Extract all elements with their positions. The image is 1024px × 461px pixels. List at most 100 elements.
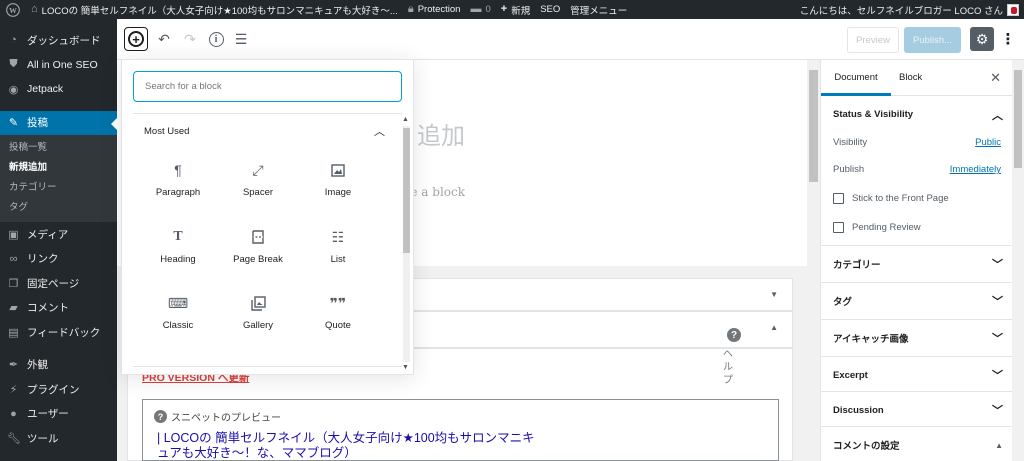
seo-menu[interactable]: SEO (535, 0, 565, 19)
protection-menu[interactable]: 🔒︎ Protection (403, 0, 466, 19)
help-label[interactable]: ヘルプ (723, 348, 735, 387)
publish-date-link[interactable]: Immediately (950, 164, 1001, 175)
stick-label: Stick to the Front Page (852, 193, 949, 204)
scroll-up-arrow-icon[interactable]: ▲ (402, 116, 409, 123)
site-name-link[interactable]: ⌂ LOCOの 簡単セルフネイル（大人女子向け★100均もサロンマニキュアも大好… (26, 0, 403, 19)
submenu-tags[interactable]: タグ (0, 198, 117, 218)
menu-item-links[interactable]: ∞ リンク (0, 247, 117, 272)
menu-item-tools[interactable]: 🔧︎ ツール (0, 426, 117, 451)
block-grid: ¶ Paragraph ⤢ Spacer Image T Heading Pag… (138, 156, 378, 356)
plugin-icon: ⚡︎ (9, 383, 18, 396)
redo-button[interactable]: ↷ (179, 28, 201, 50)
submenu-all-posts[interactable]: 投稿一覧 (0, 138, 117, 158)
tab-block[interactable]: Block (899, 60, 922, 96)
preview-button[interactable]: Preview (847, 27, 899, 53)
pending-review-checkbox-row[interactable]: Pending Review (833, 222, 921, 233)
divider (133, 113, 402, 114)
scrollbar-thumb[interactable] (1014, 70, 1022, 168)
block-search-input[interactable] (133, 71, 402, 102)
menu-item-users[interactable]: ● ユーザー (0, 402, 117, 427)
menu-item-pages[interactable]: ❐ 固定ページ (0, 271, 117, 296)
snippet-preview: ? スニペットのプレビュー | LOCOの 簡単セルフネイル（大人女子向け★10… (142, 399, 779, 461)
scrollbar-thumb[interactable] (403, 128, 410, 253)
my-account-menu[interactable]: こんにちは、セルフネイルブロガー LOCO さん (795, 0, 1024, 19)
settings-button[interactable]: ⚙ (970, 27, 994, 51)
scrollbar-thumb[interactable] (809, 70, 818, 182)
block-classic[interactable]: ⌨ Classic (138, 289, 218, 356)
lock-icon: 🔒︎ (407, 3, 414, 15)
block-navigation-button[interactable]: ☰ (230, 28, 252, 50)
comments-menu[interactable]: ▬ 0 (465, 0, 495, 19)
wordpress-logo-icon[interactable]: W (0, 0, 26, 19)
post-title-placeholder[interactable]: 追加 (417, 116, 465, 151)
inserter-scrollbar[interactable]: ▲ ▼ (401, 116, 411, 372)
menu-label: プラグイン (27, 383, 80, 396)
block-image[interactable]: Image (298, 156, 378, 223)
question-icon[interactable]: ? (154, 410, 167, 423)
manage-menu-label: 管理メニュー (570, 5, 628, 17)
block-label: Image (324, 187, 352, 198)
help-icon[interactable]: ? (727, 328, 741, 342)
comment-bubble-icon: ▬ (470, 3, 482, 15)
panel-title: カテゴリー (833, 260, 881, 271)
page-break-icon (251, 229, 265, 245)
block-quote[interactable]: ❞❞ Quote (298, 289, 378, 356)
dashboard-icon: ◔ (10, 34, 17, 47)
menu-label: ツール (27, 432, 59, 445)
block-gallery[interactable]: Gallery (218, 289, 298, 356)
stick-checkbox[interactable] (833, 193, 844, 204)
canvas-scrollbar[interactable] (807, 60, 820, 461)
panel-featured-image[interactable]: アイキャッチ画像 ﹀ (821, 319, 1012, 356)
keyboard-icon: ⌨ (167, 295, 189, 311)
block-heading[interactable]: T Heading (138, 223, 218, 290)
publish-button[interactable]: Publish... (904, 27, 961, 53)
more-tools-button[interactable]: ⋮ (1001, 27, 1016, 51)
menu-item-feedback[interactable]: ▤ フィードバック (0, 320, 117, 345)
menu-item-dashboard[interactable]: ◔ ダッシュボード (0, 28, 117, 53)
stick-to-front-checkbox-row[interactable]: Stick to the Front Page (833, 193, 949, 204)
outline-list-icon: ☰ (234, 30, 248, 47)
submenu-categories[interactable]: カテゴリー (0, 178, 117, 198)
pages-icon: ❐ (8, 277, 19, 290)
panel-tags[interactable]: タグ ﹀ (821, 282, 1012, 319)
menu-item-comments[interactable]: ▰ コメント (0, 296, 117, 321)
panel-discussion[interactable]: Discussion ﹀ (821, 391, 1012, 428)
menu-item-plugins[interactable]: ⚡︎ プラグイン (0, 377, 117, 402)
panel-categories[interactable]: カテゴリー ﹀ (821, 245, 1012, 282)
close-icon[interactable]: ✕ (990, 70, 1001, 86)
block-list[interactable]: ☷ List (298, 223, 378, 290)
submenu-add-new[interactable]: 新規追加 (0, 158, 117, 178)
menu-item-jetpack[interactable]: ◉ Jetpack (0, 77, 117, 102)
visibility-label: Visibility (833, 137, 868, 148)
visibility-link[interactable]: Public (975, 137, 1001, 148)
menu-label: リンク (27, 253, 59, 266)
manage-menu[interactable]: 管理メニュー (565, 0, 632, 19)
new-content-menu[interactable]: + 新規 (496, 0, 535, 19)
menu-item-appearance[interactable]: ✒ 外観 (0, 353, 117, 378)
block-label: Gallery (242, 320, 274, 331)
menu-item-posts[interactable]: ✎ 投稿 (0, 110, 117, 135)
most-used-panel-toggle[interactable]: Most Used ︿ (133, 117, 389, 145)
tab-document[interactable]: Document (821, 60, 891, 96)
snippet-title: | LOCOの 簡単セルフネイル（大人女子向け★100均もサロンマニキュアも大好… (157, 431, 535, 460)
settings-scrollbar[interactable] (1012, 60, 1024, 461)
panel-status-visibility[interactable]: Status & Visibility ︿ (821, 96, 1012, 133)
block-page-break[interactable]: Page Break (218, 223, 298, 290)
panel-excerpt[interactable]: Excerpt ﹀ (821, 356, 1012, 393)
menu-item-media[interactable]: ▣ メディア (0, 222, 117, 247)
undo-button[interactable]: ↶ (153, 28, 175, 50)
scroll-down-arrow-icon[interactable]: ▼ (402, 364, 409, 371)
menu-item-all-in-one-seo[interactable]: ⛊ All in One SEO (0, 53, 117, 78)
appearance-icon: ✒ (8, 359, 19, 372)
add-block-button[interactable]: + (124, 27, 148, 51)
panel-comment-settings[interactable]: コメントの設定 ▲ (821, 426, 1012, 461)
pending-checkbox[interactable] (833, 222, 844, 233)
site-name-label: LOCOの 簡単セルフネイル（大人女子向け★100均もサロンマニキュアも大好き〜… (41, 5, 398, 17)
quote-icon: ❞❞ (329, 295, 347, 311)
panel-title: Most Used (144, 125, 190, 137)
content-structure-button[interactable]: i (205, 28, 227, 50)
info-icon: i (208, 31, 224, 47)
panel-title: Status & Visibility (833, 109, 914, 120)
block-spacer[interactable]: ⤢ Spacer (218, 156, 298, 223)
block-paragraph[interactable]: ¶ Paragraph (138, 156, 218, 223)
